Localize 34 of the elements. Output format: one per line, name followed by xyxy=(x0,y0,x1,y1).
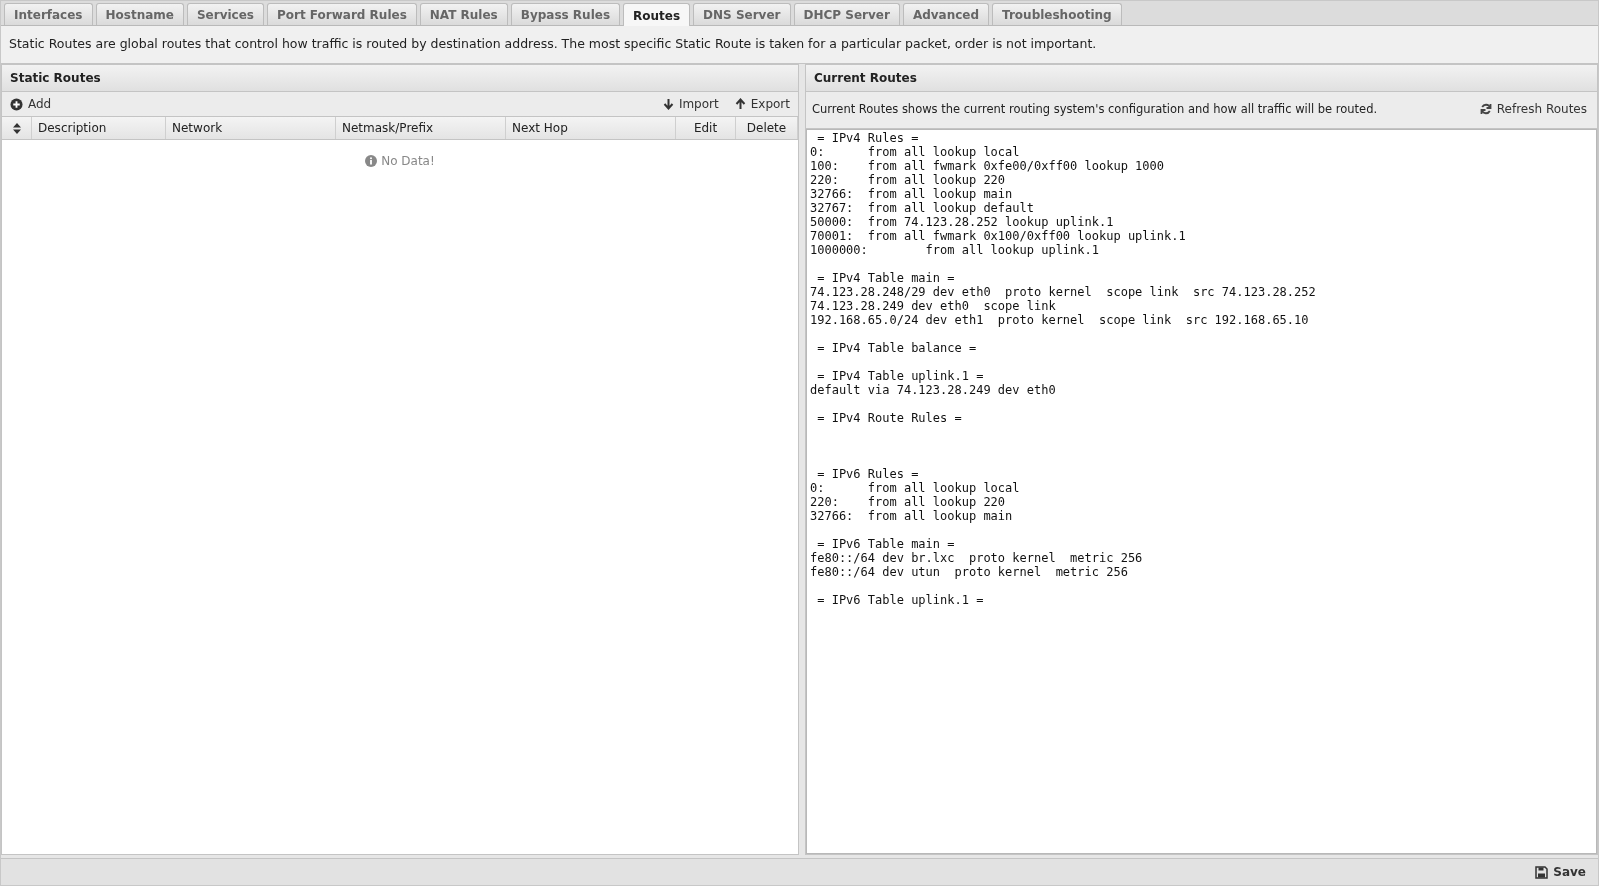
tab[interactable]: Port Forward Rules xyxy=(267,3,417,25)
column-header[interactable]: Delete xyxy=(736,117,798,139)
tab[interactable]: Hostname xyxy=(95,3,184,25)
routes-output[interactable]: = IPv4 Rules = 0: from all lookup local 100: from all fwmark 0xfe00/0xff00 lookup 1000 220: from all lookup 220 32766: from all lookup main 32767: from all lookup default 50000: from 74.123.28.252 lookup uplink.1 70001: from all fwmark 0x100/0xff00 lookup uplink.1 1000000: from all lookup uplink.1 = IPv4 Table main = 74.123.28.248/29 dev eth0 proto kernel scope link src 74.123.28.252 74.123.28.249 dev eth0 scope link 192.168.65.0/24 dev eth1 proto kernel scope link src 192.168.65.10 = IPv4 Table balance = = IPv4 Table uplink.1 = default via 74.123.28.249 dev eth0 = IPv4 Route Rules = = IPv6 Rules = 0: from all lookup local 220: from all lookup 220 32766: from all lookup main = IPv6 Table main = fe80::/64 dev br.lxc proto kernel metric 256 fe80::/64 dev utun proto kernel metric 256 = IPv6 Table uplink.1 = xyxy=(806,129,1597,854)
info-icon xyxy=(365,155,378,167)
column-header[interactable]: Netmask/Prefix xyxy=(336,117,506,139)
tab[interactable]: Routes xyxy=(623,3,691,27)
panel-title: Current Routes xyxy=(806,65,1597,92)
refresh-icon xyxy=(1479,103,1492,115)
refresh-routes-button[interactable]: Refresh Routes xyxy=(1477,100,1589,118)
save-button[interactable]: Save xyxy=(1533,863,1588,881)
tab[interactable]: DNS Server xyxy=(693,3,791,25)
page-description: Static Routes are global routes that control how traffic is routed by destination address. The most specific Static Route is taken for a particular packet, order is not important. xyxy=(1,26,1598,64)
empty-message: No Data! xyxy=(381,154,435,168)
import-button[interactable]: Import xyxy=(660,95,721,113)
add-button[interactable]: Add xyxy=(8,95,54,113)
info-text: Current Routes shows the current routing system's configuration and how all traffic will be routed. xyxy=(812,102,1378,116)
tab[interactable]: Advanced xyxy=(902,3,990,25)
column-header[interactable]: Description xyxy=(32,117,166,139)
tab[interactable]: Interfaces xyxy=(4,3,93,25)
column-header[interactable]: Next Hop xyxy=(506,117,676,139)
sort-icon[interactable] xyxy=(12,122,21,134)
column-header[interactable]: Edit xyxy=(676,117,736,139)
tab[interactable]: DHCP Server xyxy=(793,3,900,25)
export-button[interactable]: Export xyxy=(732,95,792,113)
column-header[interactable]: Network xyxy=(166,117,336,139)
plus-circle-icon xyxy=(10,97,23,111)
tab[interactable]: Troubleshooting xyxy=(992,3,1122,25)
tab[interactable]: Bypass Rules xyxy=(510,3,621,25)
panel-title: Static Routes xyxy=(2,65,798,92)
arrow-down-icon xyxy=(662,98,674,110)
arrow-up-icon xyxy=(734,98,746,110)
tab[interactable]: Services xyxy=(186,3,264,25)
tab[interactable]: NAT Rules xyxy=(419,3,508,25)
